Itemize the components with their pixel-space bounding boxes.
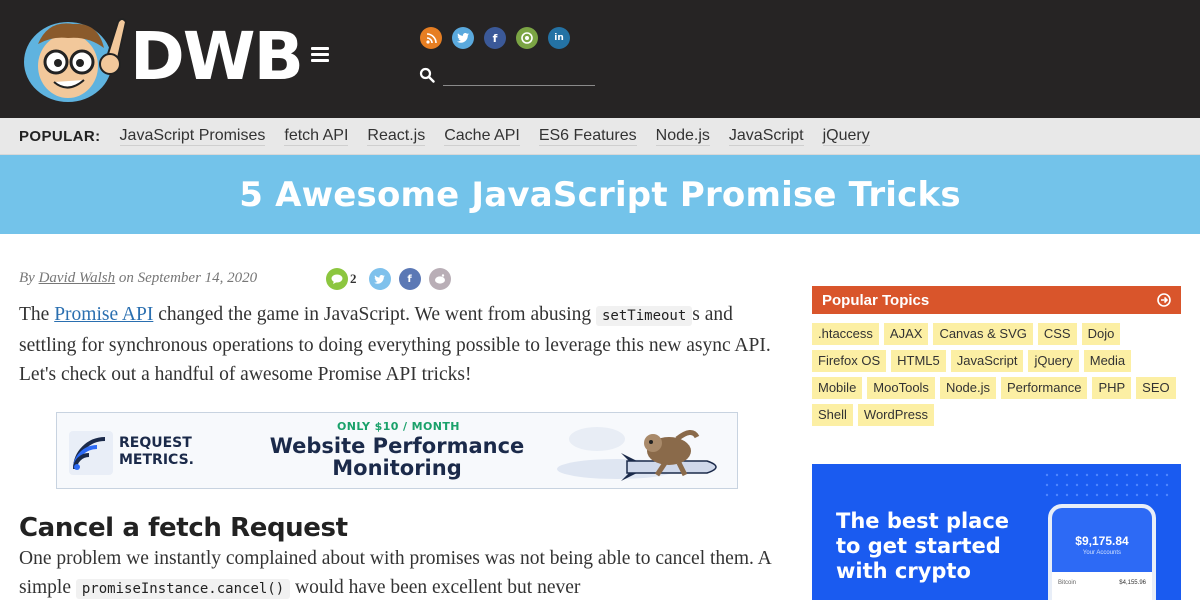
topic-tag[interactable]: Media — [1083, 350, 1132, 372]
topic-tags: .htaccess AJAX Canvas & SVG CSS Dojo Fir… — [812, 314, 1181, 426]
topic-tag[interactable]: Firefox OS — [812, 350, 887, 372]
topic-tag[interactable]: JavaScript — [950, 350, 1024, 372]
topic-tag[interactable]: jQuery — [1028, 350, 1079, 372]
phone-mockup: $9,175.84 Your Accounts Bitcoin $4,155.9… — [1048, 504, 1156, 600]
facebook-icon[interactable]: f — [484, 27, 506, 49]
phone-row-value: $4,155.96 — [1119, 580, 1146, 586]
arrow-circle-right-icon[interactable] — [1157, 293, 1171, 307]
topic-tag[interactable]: Mobile — [812, 377, 863, 399]
twitter-share-icon[interactable] — [368, 268, 391, 290]
mascot-illustration — [24, 18, 128, 102]
reddit-share-icon[interactable] — [428, 268, 451, 290]
popular-link-fetch-api[interactable]: fetch API — [284, 126, 349, 146]
crypto-ad[interactable]: The best place to get started with crypt… — [812, 464, 1181, 600]
crypto-ad-headline: The best place to get started with crypt… — [836, 509, 1046, 584]
inline-code-cancel: promiseInstance.cancel() — [75, 579, 291, 599]
topic-tag[interactable]: Dojo — [1081, 323, 1121, 345]
section-paragraph: One problem we instantly complained abou… — [19, 544, 779, 600]
ad-brand-line-1: REQUEST — [119, 435, 192, 451]
popular-link-javascript-promises[interactable]: JavaScript Promises — [119, 126, 266, 146]
topic-tag[interactable]: WordPress — [857, 404, 934, 426]
comment-count: 2 — [350, 271, 357, 286]
section-heading: Cancel a fetch Request — [19, 513, 348, 543]
phone-balance-label: Your Accounts — [1082, 550, 1122, 556]
date-prefix: on — [118, 270, 134, 286]
social-links: f in — [420, 27, 570, 49]
byline-prefix: By — [19, 270, 35, 286]
ad-headline-line-1: Website Performance — [269, 434, 525, 458]
ad-brand-line-2: METRICS. — [119, 452, 194, 468]
popular-topics-header[interactable]: Popular Topics — [812, 286, 1181, 314]
topic-tag[interactable]: .htaccess — [812, 323, 879, 345]
popular-label: POPULAR: — [19, 127, 101, 145]
topic-tag[interactable]: PHP — [1092, 377, 1132, 399]
topic-tag[interactable]: MooTools — [867, 377, 935, 399]
search-icon[interactable] — [419, 67, 435, 83]
publish-date: September 14, 2020 — [137, 270, 258, 286]
ad-headline: Website Performance Monitoring — [247, 435, 547, 479]
comments-icon[interactable] — [326, 268, 348, 290]
crypto-ad-line-3: with crypto — [836, 559, 971, 583]
intro-paragraph: The Promise API changed the game in Java… — [19, 300, 779, 389]
sloth-rocket-illustration — [557, 427, 717, 481]
popular-link-nodejs[interactable]: Node.js — [655, 126, 710, 146]
site-logo-text[interactable]: DWB — [130, 20, 304, 94]
topic-tag[interactable]: Performance — [1001, 377, 1088, 399]
inline-code-settimeout: setTimeout — [596, 306, 693, 326]
topic-tag[interactable]: Canvas & SVG — [933, 323, 1033, 345]
popular-link-cache-api[interactable]: Cache API — [444, 126, 520, 146]
twitter-icon[interactable] — [452, 27, 474, 49]
rss-icon[interactable] — [420, 27, 442, 49]
crypto-ad-line-1: The best place — [836, 509, 1010, 533]
intro-text-1: The — [19, 304, 55, 325]
search-input[interactable] — [443, 64, 595, 86]
github-icon[interactable] — [516, 27, 538, 49]
popular-link-javascript[interactable]: JavaScript — [728, 126, 804, 146]
topic-tag[interactable]: AJAX — [883, 323, 929, 345]
ad-headline-line-2: Monitoring — [332, 456, 462, 480]
share-bar: 2 f — [326, 268, 451, 290]
logo-mascot[interactable] — [18, 14, 130, 104]
popular-topics-widget: Popular Topics .htaccess AJAX Canvas & S… — [812, 286, 1181, 426]
popular-link-jquery[interactable]: jQuery — [822, 126, 870, 146]
site-header: DWB f in — [0, 0, 1200, 118]
facebook-share-icon[interactable]: f — [398, 268, 421, 290]
menu-icon[interactable] — [311, 47, 329, 63]
topic-tag[interactable]: Node.js — [939, 377, 997, 399]
topic-tag[interactable]: HTML5 — [891, 350, 946, 372]
section-text-2: would have been excellent but never — [290, 577, 581, 598]
popular-topics-title: Popular Topics — [822, 291, 930, 309]
ad-offer: ONLY $10 / MONTH — [337, 420, 460, 433]
phone-row-label: Bitcoin — [1058, 580, 1077, 586]
popular-link-reactjs[interactable]: React.js — [367, 126, 426, 146]
promise-api-link[interactable]: Promise API — [54, 304, 153, 325]
intro-text-2: changed the game in JavaScript. We went … — [153, 304, 596, 325]
phone-balance: $9,175.84 — [1075, 534, 1129, 548]
topic-tag[interactable]: CSS — [1037, 323, 1077, 345]
author-link[interactable]: David Walsh — [39, 270, 116, 286]
ad-brand: REQUEST METRICS. — [119, 435, 194, 469]
popular-link-es6-features[interactable]: ES6 Features — [538, 126, 637, 146]
page-title: 5 Awesome JavaScript Promise Tricks — [239, 174, 961, 215]
byline: By David Walsh on September 14, 2020 — [19, 270, 257, 287]
request-metrics-ad[interactable]: REQUEST METRICS. ONLY $10 / MONTH Websit… — [56, 412, 738, 489]
linkedin-icon[interactable]: in — [548, 27, 570, 49]
crypto-ad-line-2: to get started — [836, 534, 1001, 558]
popular-bar: POPULAR: JavaScript Promises fetch API R… — [0, 118, 1200, 155]
request-metrics-logo-icon — [69, 431, 113, 475]
topic-tag[interactable]: Shell — [812, 404, 853, 426]
topic-tag[interactable]: SEO — [1136, 377, 1176, 399]
title-banner: 5 Awesome JavaScript Promise Tricks — [0, 155, 1200, 234]
